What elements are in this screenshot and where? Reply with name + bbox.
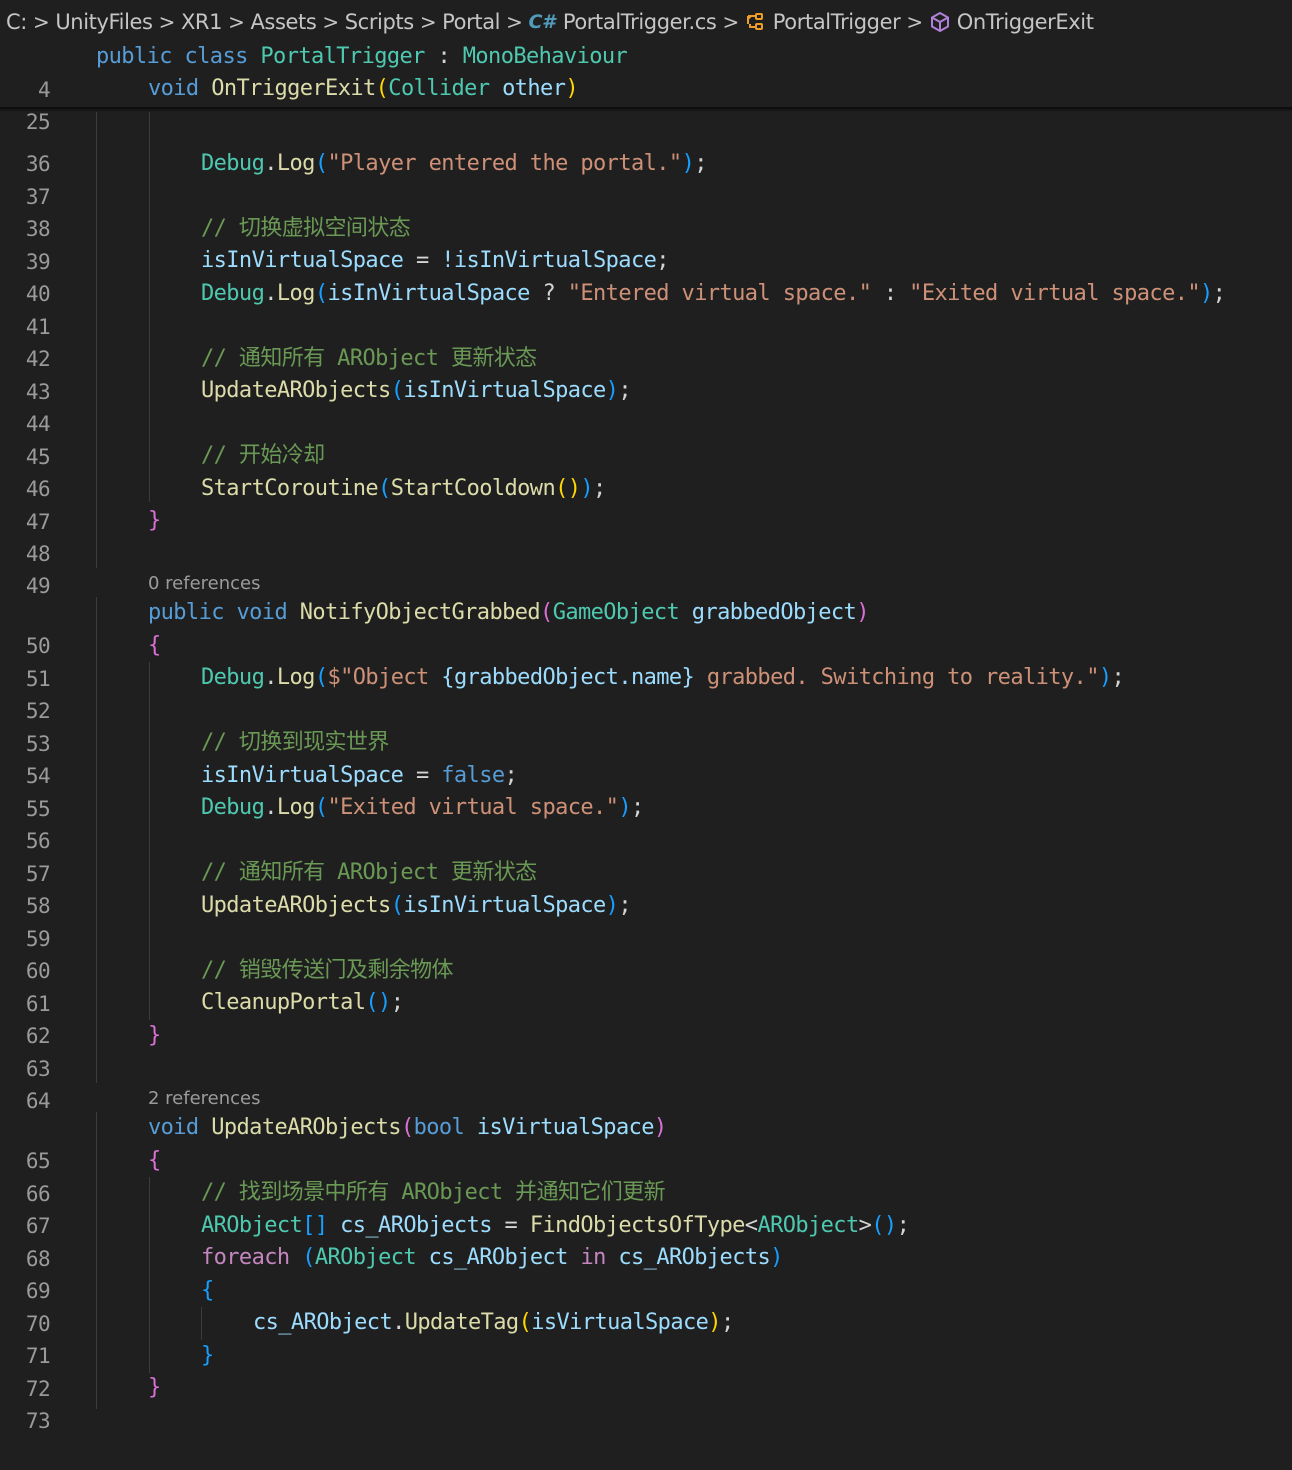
code-line-71[interactable]: 71 cs_ARObject.UpdateTag(isVirtualSpace)… xyxy=(0,1307,1292,1368)
code-line-58[interactable]: 58 // 通知所有 ARObject 更新状态 xyxy=(0,857,1292,918)
code-line-60[interactable]: 60 xyxy=(0,922,1292,983)
code: UpdateARObjects(isInVirtualSpace); xyxy=(201,893,632,918)
code-line-47[interactable]: 47 StartCoroutine(StartCooldown()); xyxy=(0,473,1292,534)
method-icon xyxy=(929,11,951,33)
code-line-55[interactable]: 55 isInVirtualSpace = false; xyxy=(0,760,1292,821)
code: Debug.Log("Player entered the portal."); xyxy=(201,151,707,176)
code: CleanupPortal(); xyxy=(201,990,404,1015)
code-brace: { xyxy=(148,633,161,658)
breadcrumb-separator: > xyxy=(228,10,245,34)
breadcrumb-separator: > xyxy=(722,10,739,34)
codelens-references[interactable]: 2 references xyxy=(148,1085,261,1113)
code-comment: // 通知所有 ARObject 更新状态 xyxy=(201,860,537,885)
code-line-52[interactable]: 52 Debug.Log($"Object {grabbedObject.nam… xyxy=(0,662,1292,723)
code-line-70[interactable]: 70 { xyxy=(0,1275,1292,1336)
breadcrumb-folder-unityfiles[interactable]: UnityFiles xyxy=(55,10,153,34)
code-line-73[interactable]: 73 } xyxy=(0,1372,1292,1433)
code-line-50[interactable]: 50 public void NotifyObjectGrabbed(GameO… xyxy=(0,597,1292,658)
sticky-scroll-shadow xyxy=(0,107,1292,112)
code-line-56[interactable]: 56 Debug.Log("Exited virtual space."); xyxy=(0,792,1292,853)
code-brace: } xyxy=(148,1023,161,1048)
code-line-44[interactable]: 44 UpdateARObjects(isInVirtualSpace); xyxy=(0,375,1292,436)
class-icon xyxy=(745,11,767,33)
breadcrumb-file-label: PortalTrigger.cs xyxy=(562,10,717,34)
breadcrumb-file[interactable]: C# PortalTrigger.cs xyxy=(528,10,716,34)
code: StartCoroutine(StartCooldown()); xyxy=(201,476,606,501)
code: foreach (ARObject cs_ARObject in cs_AROb… xyxy=(201,1245,783,1270)
code: public void NotifyObjectGrabbed(GameObje… xyxy=(148,600,869,625)
codelens-references[interactable]: 0 references xyxy=(148,570,261,598)
code-line-65[interactable]: 65 void UpdateARObjects(bool isVirtualSp… xyxy=(0,1112,1292,1173)
code: Debug.Log("Exited virtual space."); xyxy=(201,795,644,820)
breadcrumb: C: > UnityFiles > XR1 > Assets > Scripts… xyxy=(0,0,1292,44)
breadcrumb-method-label: OnTriggerExit xyxy=(956,10,1094,34)
code: cs_ARObject.UpdateTag(isVirtualSpace); xyxy=(253,1310,734,1335)
code: Debug.Log($"Object {grabbedObject.name} … xyxy=(201,665,1125,690)
sticky-line-25[interactable]: 25 void OnTriggerExit(Collider other) xyxy=(0,73,1292,134)
code-line-38[interactable]: 38 xyxy=(0,180,1292,241)
code-line-46[interactable]: 46 // 开始冷却 xyxy=(0,440,1292,501)
code-line-69[interactable]: 69 foreach (ARObject cs_ARObject in cs_A… xyxy=(0,1242,1292,1303)
line-number: 73 xyxy=(25,1408,51,1433)
csharp-file-icon: C# xyxy=(528,11,555,33)
code-brace: } xyxy=(201,1343,214,1368)
breadcrumb-class[interactable]: PortalTrigger xyxy=(745,10,901,34)
code-comment: // 销毁传送门及剩余物体 xyxy=(201,958,454,983)
code-line-67[interactable]: 67 // 找到场景中所有 ARObject 并通知它们更新 xyxy=(0,1177,1292,1238)
code: isInVirtualSpace = !isInVirtualSpace; xyxy=(201,248,669,273)
code-line-59[interactable]: 59 UpdateARObjects(isInVirtualSpace); xyxy=(0,890,1292,951)
code-brace: } xyxy=(148,1375,161,1400)
code: public class PortalTrigger : MonoBehavio… xyxy=(96,44,628,69)
code-line-62[interactable]: 62 CleanupPortal(); xyxy=(0,987,1292,1048)
breadcrumb-separator: > xyxy=(906,10,923,34)
breadcrumb-separator: > xyxy=(506,10,523,34)
code-comment: // 切换虚拟空间状态 xyxy=(201,216,411,241)
code: UpdateARObjects(isInVirtualSpace); xyxy=(201,378,632,403)
code-line-61[interactable]: 61 // 销毁传送门及剩余物体 xyxy=(0,955,1292,1016)
code-line-39[interactable]: 39 // 切换虚拟空间状态 xyxy=(0,213,1292,274)
code: void OnTriggerExit(Collider other) xyxy=(148,76,579,101)
code-line-43[interactable]: 43 // 通知所有 ARObject 更新状态 xyxy=(0,343,1292,404)
code: void UpdateARObjects(bool isVirtualSpace… xyxy=(148,1115,667,1140)
code-line-72[interactable]: 72 } xyxy=(0,1340,1292,1401)
breadcrumb-folder-scripts[interactable]: Scripts xyxy=(345,10,414,34)
code-line-40[interactable]: 40 isInVirtualSpace = !isInVirtualSpace; xyxy=(0,245,1292,306)
code-line-48[interactable]: 48 } xyxy=(0,505,1292,566)
breadcrumb-separator: > xyxy=(322,10,339,34)
code-brace: { xyxy=(201,1278,214,1303)
code-line-57[interactable]: 57 xyxy=(0,825,1292,886)
code-line-68[interactable]: 68 ARObject[] cs_ARObjects = FindObjects… xyxy=(0,1210,1292,1271)
breadcrumb-folder-assets[interactable]: Assets xyxy=(250,10,316,34)
breadcrumb-folder-xr1[interactable]: XR1 xyxy=(181,10,223,34)
code-line-53[interactable]: 53 xyxy=(0,695,1292,756)
code: isInVirtualSpace = false; xyxy=(201,763,518,788)
breadcrumb-folder-portal[interactable]: Portal xyxy=(442,10,500,34)
code-line-49[interactable]: 49 xyxy=(0,537,1292,598)
code-line-45[interactable]: 45 xyxy=(0,408,1292,469)
code-comment: // 切换到现实世界 xyxy=(201,730,389,755)
code-line-42[interactable]: 42 xyxy=(0,310,1292,371)
breadcrumb-separator: > xyxy=(32,10,50,34)
code-line-63[interactable]: 63 } xyxy=(0,1020,1292,1081)
code: ARObject[] cs_ARObjects = FindObjectsOfT… xyxy=(201,1213,910,1238)
code-line-41[interactable]: 41 Debug.Log(isInVirtualSpace ? "Entered… xyxy=(0,278,1292,339)
breadcrumb-separator: > xyxy=(419,10,437,34)
breadcrumb-class-label: PortalTrigger xyxy=(772,10,901,34)
code-line-66[interactable]: 66 { xyxy=(0,1145,1292,1206)
sticky-line-4[interactable]: 4 public class PortalTrigger : MonoBehav… xyxy=(0,41,1292,102)
breadcrumb-drive[interactable]: C: xyxy=(6,10,27,34)
code: Debug.Log(isInVirtualSpace ? "Entered vi… xyxy=(201,281,1226,306)
code-comment: // 找到场景中所有 ARObject 并通知它们更新 xyxy=(201,1180,666,1205)
breadcrumb-method[interactable]: OnTriggerExit xyxy=(929,10,1094,34)
code-line-37[interactable]: 37 Debug.Log("Player entered the portal.… xyxy=(0,148,1292,209)
code-line-51[interactable]: 51 { xyxy=(0,630,1292,691)
code-comment: // 通知所有 ARObject 更新状态 xyxy=(201,346,537,371)
code-line-36[interactable]: 36 xyxy=(0,115,1292,176)
code-brace: { xyxy=(148,1148,161,1173)
code-line-64[interactable]: 64 xyxy=(0,1052,1292,1113)
code-comment: // 开始冷却 xyxy=(201,443,325,468)
code-brace: } xyxy=(148,508,161,533)
code-line-54[interactable]: 54 // 切换到现实世界 xyxy=(0,727,1292,788)
breadcrumb-separator: > xyxy=(158,10,176,34)
